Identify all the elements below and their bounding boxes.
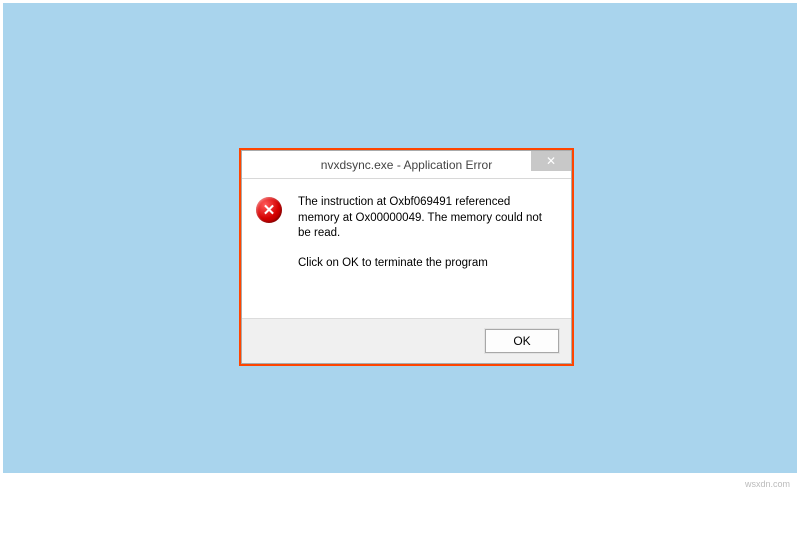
error-dialog: nvxdsync.exe - Application Error ✕ ✕ The…: [241, 150, 572, 364]
dialog-title: nvxdsync.exe - Application Error: [321, 158, 492, 172]
icon-container: ✕: [256, 195, 288, 308]
watermark-text: wsxdn.com: [745, 479, 790, 489]
message-line-2: Click on OK to terminate the program: [298, 256, 553, 272]
dialog-content: ✕ The instruction at Oxbf069491 referenc…: [242, 179, 571, 318]
ok-button[interactable]: OK: [485, 329, 559, 353]
desktop-background: nvxdsync.exe - Application Error ✕ ✕ The…: [3, 3, 797, 473]
dialog-highlight-frame: nvxdsync.exe - Application Error ✕ ✕ The…: [239, 148, 574, 366]
dialog-button-row: OK: [242, 318, 571, 363]
close-icon: ✕: [546, 154, 556, 168]
dialog-titlebar: nvxdsync.exe - Application Error ✕: [242, 151, 571, 179]
ok-button-label: OK: [513, 334, 530, 348]
close-button[interactable]: ✕: [531, 151, 571, 171]
dialog-message: The instruction at Oxbf069491 referenced…: [288, 195, 553, 308]
message-line-1: The instruction at Oxbf069491 referenced…: [298, 195, 553, 242]
error-icon: ✕: [256, 197, 282, 223]
